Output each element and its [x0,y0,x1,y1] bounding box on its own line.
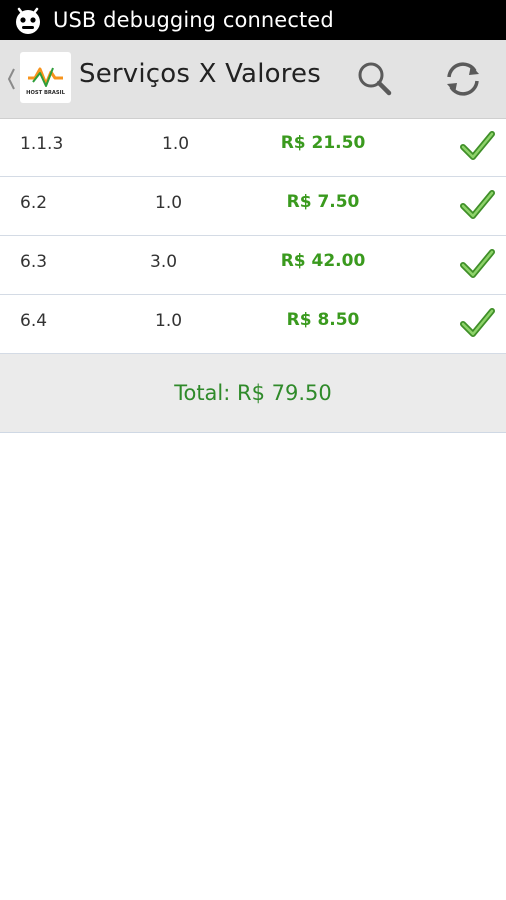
services-list: 1.1.3 1.0 R$ 21.50 6.2 1.0 R$ 7.50 6.3 3… [0,118,506,354]
total-label: Total: R$ 79.50 [174,381,332,405]
list-item[interactable]: 6.4 1.0 R$ 8.50 [0,295,506,354]
service-qty: 3.0 [150,252,178,272]
service-qty: 1.0 [155,193,183,213]
search-icon[interactable] [352,57,396,101]
service-price: R$ 7.50 [286,192,360,212]
service-price: R$ 21.50 [280,133,366,153]
service-code: 1.1.3 [20,134,64,154]
service-qty: 1.0 [162,134,190,154]
service-code: 6.3 [20,252,48,272]
check-icon[interactable] [458,128,496,164]
service-price: R$ 8.50 [286,310,360,330]
list-item[interactable]: 6.2 1.0 R$ 7.50 [0,177,506,236]
app-logo[interactable]: HOST BRASIL [20,52,71,103]
service-code: 6.2 [20,193,48,213]
logo-text: HOST BRASIL [26,90,65,96]
list-item[interactable]: 6.3 3.0 R$ 42.00 [0,236,506,295]
android-debug-icon [16,7,40,34]
app-logo-icon: HOST BRASIL [26,67,66,96]
check-icon[interactable] [458,246,496,282]
service-code: 6.4 [20,311,48,331]
total-bar: Total: R$ 79.50 [0,354,506,433]
page-title: Serviços X Valores [79,59,321,89]
check-icon[interactable] [458,305,496,341]
list-item[interactable]: 1.1.3 1.0 R$ 21.50 [0,118,506,177]
up-caret-icon[interactable] [6,66,16,92]
notification-text: USB debugging connected [53,8,334,32]
check-icon[interactable] [458,187,496,223]
refresh-icon[interactable] [441,57,485,101]
service-qty: 1.0 [155,311,183,331]
service-price: R$ 42.00 [280,251,366,271]
status-bar: USB debugging connected [0,0,506,40]
action-bar: HOST BRASIL Serviços X Valores [0,40,506,119]
